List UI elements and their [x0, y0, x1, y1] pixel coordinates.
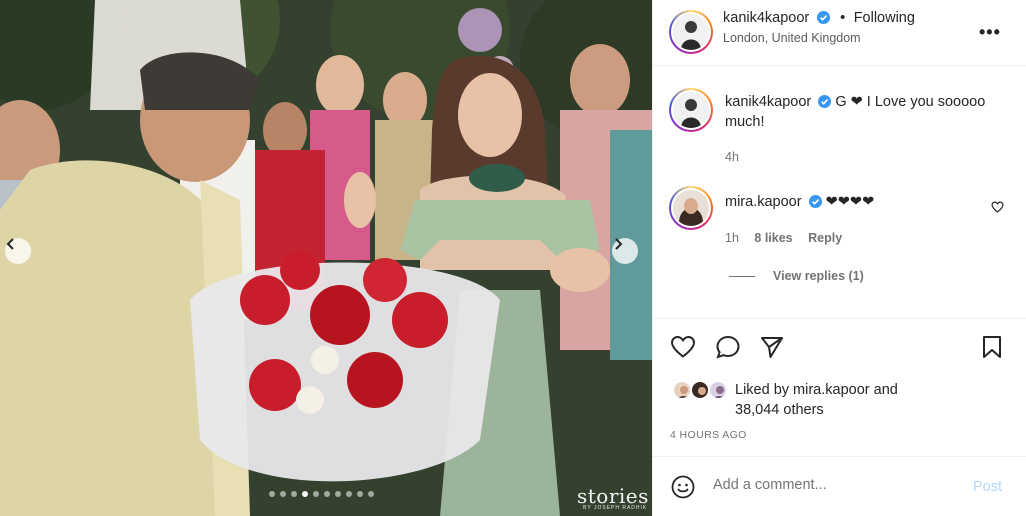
- share-send-icon[interactable]: [759, 335, 785, 359]
- carousel-dot: [313, 491, 319, 497]
- caption-avatar[interactable]: [669, 88, 713, 132]
- photo-illustration: [0, 0, 652, 516]
- caption-comment: kanik4kapoor G ❤ I Love you sooooo much!: [725, 92, 1015, 132]
- carousel-dot-active: [302, 491, 308, 497]
- view-replies-button[interactable]: View replies (1): [729, 269, 864, 283]
- caption-username[interactable]: kanik4kapoor: [725, 94, 811, 110]
- comment-likes[interactable]: 8 likes: [754, 231, 792, 245]
- photo-watermark-credit: BY JOSEPH RADHIK: [583, 505, 648, 511]
- carousel-dot: [335, 491, 341, 497]
- liked-by-connector: and: [873, 382, 898, 398]
- header-separator: •: [840, 10, 846, 26]
- liker-avatar[interactable]: [690, 380, 710, 400]
- post-timestamp[interactable]: 4 HOURS AGO: [670, 429, 747, 441]
- post-header: kanik4kapoor • Following London, United …: [653, 0, 1026, 66]
- verified-badge-icon: [808, 195, 822, 208]
- comment-time: 1h: [725, 231, 739, 245]
- next-photo-button[interactable]: [612, 238, 638, 264]
- previous-photo-button[interactable]: [5, 238, 31, 264]
- liked-by-prefix: Liked by: [735, 382, 790, 398]
- bookmark-save-icon[interactable]: [981, 335, 1003, 359]
- following-button[interactable]: Following: [854, 10, 915, 26]
- replies-divider: [729, 276, 755, 278]
- post-photo[interactable]: stories BY JOSEPH RADHIK: [0, 0, 652, 516]
- liker-avatar[interactable]: [708, 380, 728, 400]
- carousel-dot: [357, 491, 363, 497]
- author-avatar-image: [673, 14, 709, 50]
- carousel-dot: [324, 491, 330, 497]
- chevron-right-icon: [615, 238, 623, 250]
- like-comment-heart-icon[interactable]: [991, 201, 1004, 213]
- liker-avatar[interactable]: [672, 380, 692, 400]
- caption-avatar-image: [673, 92, 709, 128]
- emoji-icon[interactable]: [671, 475, 695, 499]
- post-side-panel: kanik4kapoor • Following London, United …: [652, 0, 1026, 516]
- comment-bubble-icon[interactable]: [715, 335, 741, 359]
- verified-badge-icon: [818, 95, 832, 108]
- chevron-left-icon: [6, 238, 14, 250]
- author-username[interactable]: kanik4kapoor: [723, 10, 809, 26]
- liked-by-user[interactable]: mira.kapoor: [793, 382, 870, 398]
- carousel-dot: [291, 491, 297, 497]
- carousel-dot: [346, 491, 352, 497]
- carousel-dot: [280, 491, 286, 497]
- add-comment-input[interactable]: [713, 477, 953, 493]
- like-heart-icon[interactable]: [670, 335, 696, 359]
- carousel-dot: [269, 491, 275, 497]
- liked-by-summary: Liked by mira.kapoor and 38,044 others: [735, 380, 898, 420]
- view-replies-label: View replies (1): [773, 269, 864, 283]
- post-actions: Liked by mira.kapoor and 38,044 others 4…: [653, 318, 1026, 456]
- verified-badge-icon: [816, 11, 830, 24]
- post-location[interactable]: London, United Kingdom: [723, 31, 861, 45]
- more-options-icon[interactable]: •••: [979, 22, 1001, 43]
- comment-composer: Post: [653, 456, 1026, 516]
- caption-time: 4h: [725, 150, 739, 164]
- comment-text: ❤❤❤❤: [825, 194, 875, 210]
- comment: mira.kapoor ❤❤❤❤: [725, 192, 975, 212]
- carousel-indicator: [269, 491, 374, 497]
- reply-button[interactable]: Reply: [808, 231, 842, 245]
- commenter-avatar-image: [673, 190, 709, 226]
- commenter-avatar[interactable]: [669, 186, 713, 230]
- author-avatar[interactable]: [669, 10, 713, 54]
- comment-meta: 1h 8 likes Reply: [725, 231, 842, 245]
- carousel-dot: [368, 491, 374, 497]
- post-comment-button[interactable]: Post: [973, 479, 1002, 495]
- comment-username[interactable]: mira.kapoor: [725, 194, 802, 210]
- liked-by-others[interactable]: 38,044 others: [735, 402, 824, 418]
